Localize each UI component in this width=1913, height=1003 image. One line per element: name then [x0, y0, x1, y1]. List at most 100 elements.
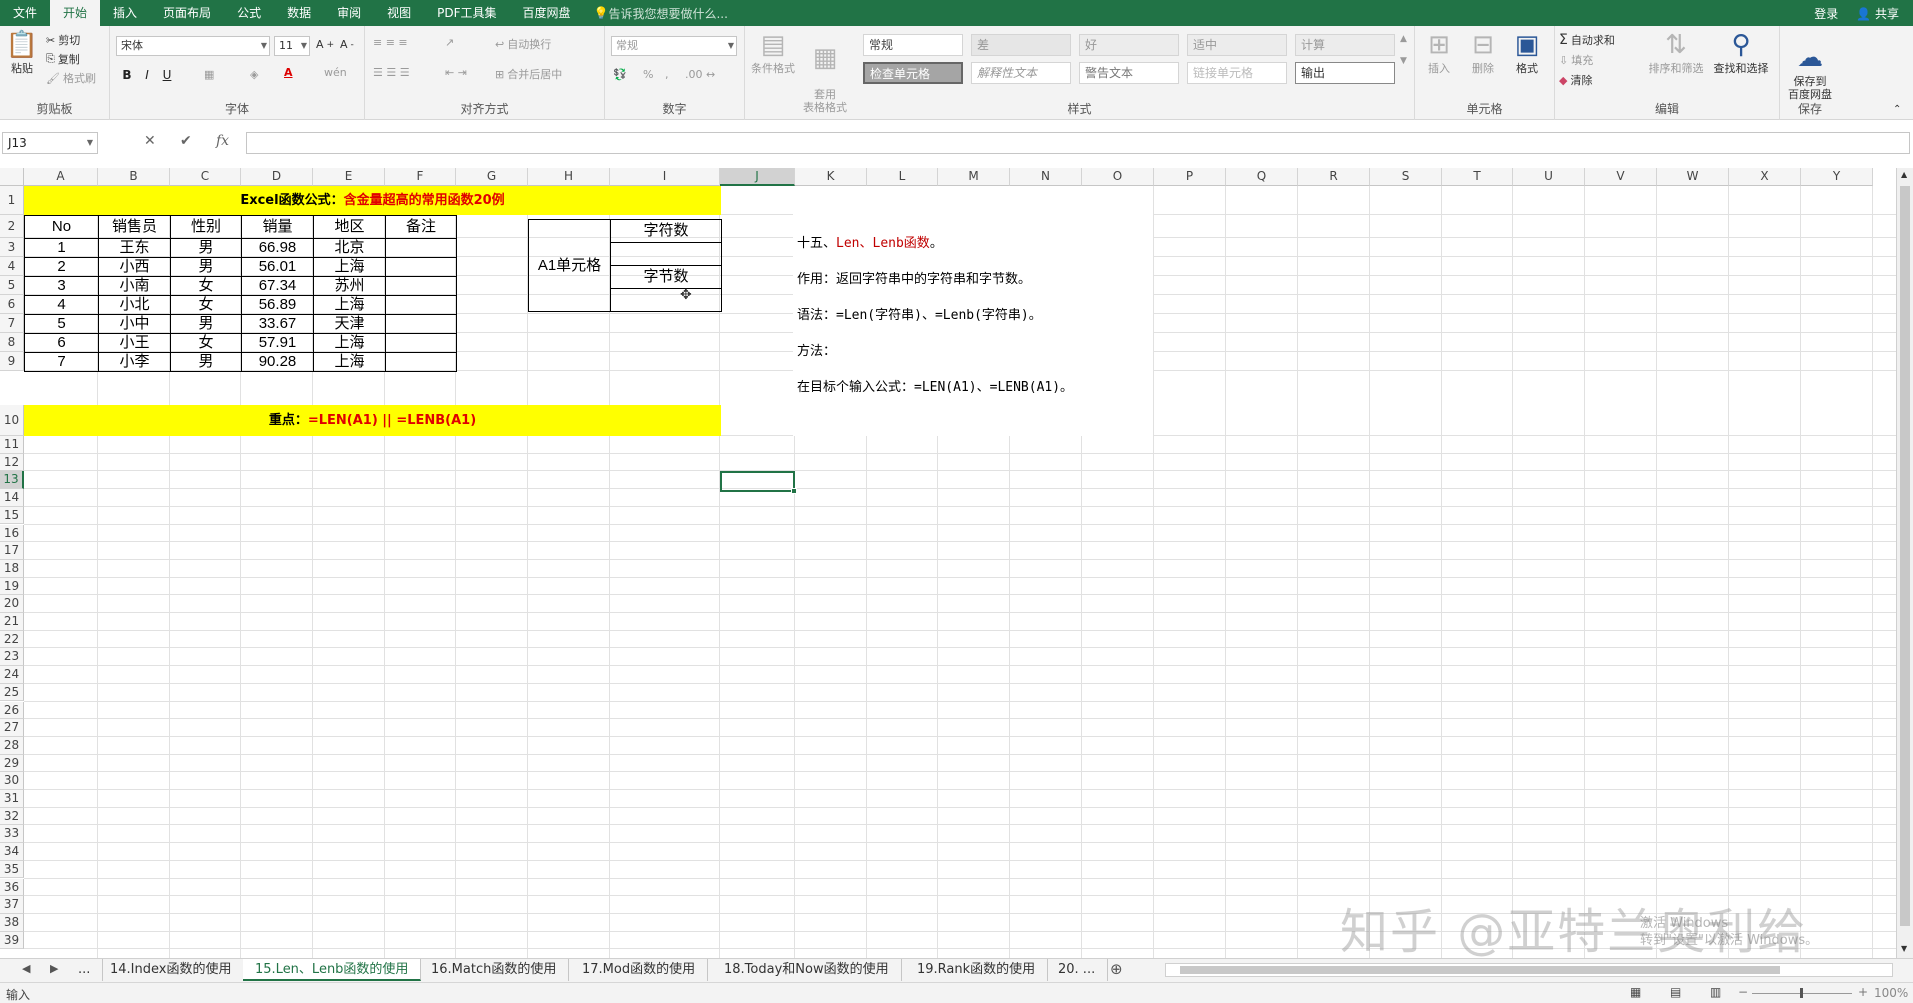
style-bad[interactable]: 差: [971, 34, 1071, 56]
table-cell[interactable]: 女: [171, 295, 241, 314]
underline-button[interactable]: U: [158, 66, 176, 84]
align-left-icon[interactable]: ☰ ☰ ☰: [373, 66, 410, 79]
merge-center-button[interactable]: ⊞合并后居中: [495, 66, 562, 82]
tab-home[interactable]: 开始: [50, 0, 100, 26]
style-normal[interactable]: 常规: [863, 34, 963, 56]
format-painter-button[interactable]: 🖌格式刷: [46, 70, 96, 86]
table-cell[interactable]: 56.01: [242, 257, 313, 276]
column-header-n[interactable]: N: [1010, 168, 1082, 186]
sheet-tab-16[interactable]: 16.Match函数的使用: [419, 959, 569, 981]
fill-handle[interactable]: [791, 488, 797, 494]
table-cell[interactable]: 男: [171, 238, 241, 257]
table-cell[interactable]: 小南: [99, 276, 170, 295]
wrap-text-button[interactable]: ↩自动换行: [495, 36, 551, 52]
vertical-scroll-thumb[interactable]: [1900, 186, 1910, 926]
column-header-v[interactable]: V: [1585, 168, 1657, 186]
table-cell[interactable]: [386, 352, 456, 371]
row-header-20[interactable]: 20: [0, 595, 24, 613]
scroll-down-icon[interactable]: ▼: [1901, 944, 1907, 953]
font-size-select[interactable]: 11▼: [274, 36, 310, 56]
row-header-38[interactable]: 38: [0, 914, 24, 932]
row-header-17[interactable]: 17: [0, 542, 24, 560]
column-header-g[interactable]: G: [456, 168, 528, 186]
enter-icon[interactable]: ✔: [180, 133, 192, 149]
column-header-h[interactable]: H: [528, 168, 610, 186]
row-header-13[interactable]: 13: [0, 471, 24, 489]
tab-page-layout[interactable]: 页面布局: [150, 0, 224, 26]
next-sheet-icon[interactable]: ▶: [50, 962, 58, 975]
table-cell[interactable]: [386, 333, 456, 352]
row-header-12[interactable]: 12: [0, 454, 24, 472]
table-cell[interactable]: [386, 314, 456, 333]
table-header-cell[interactable]: No: [25, 215, 98, 238]
table-cell[interactable]: 6: [25, 333, 98, 352]
column-header-f[interactable]: F: [385, 168, 456, 186]
zoom-slider-thumb[interactable]: [1800, 988, 1803, 998]
table-cell[interactable]: 56.89: [242, 295, 313, 314]
normal-view-icon[interactable]: ▦: [1630, 985, 1641, 999]
select-all-corner[interactable]: [0, 168, 24, 186]
font-name-select[interactable]: 宋体▼: [116, 36, 270, 56]
zoom-out-icon[interactable]: −: [1738, 985, 1748, 999]
row-header-23[interactable]: 23: [0, 648, 24, 666]
row-header-2[interactable]: 2: [0, 215, 24, 238]
column-header-b[interactable]: B: [98, 168, 170, 186]
row-header-8[interactable]: 8: [0, 333, 24, 352]
char-count-value[interactable]: [611, 243, 721, 265]
table-cell[interactable]: 小北: [99, 295, 170, 314]
table-cell[interactable]: 4: [25, 295, 98, 314]
column-header-t[interactable]: T: [1442, 168, 1513, 186]
table-cell[interactable]: [386, 257, 456, 276]
row-header-10[interactable]: 10: [0, 405, 24, 436]
tab-pdf-tools[interactable]: PDF工具集: [424, 0, 509, 26]
decrease-font-button[interactable]: A-: [340, 38, 354, 51]
row-header-22[interactable]: 22: [0, 631, 24, 649]
column-header-e[interactable]: E: [313, 168, 385, 186]
column-header-j[interactable]: J: [720, 168, 795, 186]
row-header-32[interactable]: 32: [0, 808, 24, 826]
table-cell[interactable]: 66.98: [242, 238, 313, 257]
tell-me-box[interactable]: 💡 告诉我您想要做什么...: [594, 5, 728, 22]
horizontal-scrollbar[interactable]: [1165, 963, 1893, 977]
table-cell[interactable]: [386, 295, 456, 314]
font-color-icon[interactable]: A: [284, 66, 293, 79]
indent-icon[interactable]: ⇤ ⇥: [445, 66, 467, 79]
row-header-37[interactable]: 37: [0, 896, 24, 914]
column-header-l[interactable]: L: [867, 168, 938, 186]
column-header-a[interactable]: A: [24, 168, 98, 186]
bold-button[interactable]: B: [118, 66, 136, 84]
style-calculation[interactable]: 计算: [1295, 34, 1395, 56]
byte-count-label[interactable]: 字节数: [611, 266, 721, 288]
tab-view[interactable]: 视图: [374, 0, 424, 26]
column-header-u[interactable]: U: [1513, 168, 1585, 186]
formula-input[interactable]: [246, 132, 1910, 154]
table-cell[interactable]: 小李: [99, 352, 170, 371]
row-header-6[interactable]: 6: [0, 295, 24, 314]
column-header-r[interactable]: R: [1298, 168, 1370, 186]
login-link[interactable]: 登录: [1814, 5, 1838, 22]
table-cell[interactable]: 67.34: [242, 276, 313, 295]
zoom-in-icon[interactable]: +: [1858, 985, 1868, 999]
fill-color-icon[interactable]: ◈: [250, 68, 258, 81]
row-header-28[interactable]: 28: [0, 737, 24, 755]
style-explanatory[interactable]: 解释性文本: [971, 62, 1071, 84]
table-cell[interactable]: 1: [25, 238, 98, 257]
row-header-35[interactable]: 35: [0, 861, 24, 879]
row-header-33[interactable]: 33: [0, 825, 24, 843]
row-header-26[interactable]: 26: [0, 702, 24, 720]
table-cell[interactable]: 90.28: [242, 352, 313, 371]
row-header-11[interactable]: 11: [0, 436, 24, 454]
tab-file[interactable]: 文件: [0, 0, 50, 26]
table-header-cell[interactable]: 地区: [314, 215, 385, 238]
tab-insert[interactable]: 插入: [100, 0, 150, 26]
char-count-label[interactable]: 字符数: [611, 220, 721, 242]
column-header-i[interactable]: I: [610, 168, 720, 186]
align-top-icon[interactable]: ≡ ≡ ≡: [373, 36, 408, 49]
style-good[interactable]: 好: [1079, 34, 1179, 56]
table-cell[interactable]: 男: [171, 257, 241, 276]
table-cell[interactable]: 57.91: [242, 333, 313, 352]
collapse-ribbon-icon[interactable]: ⌃: [1893, 104, 1901, 115]
increase-font-button[interactable]: A+: [316, 38, 334, 51]
table-cell[interactable]: 上海: [314, 352, 385, 371]
row-header-3[interactable]: 3: [0, 238, 24, 257]
